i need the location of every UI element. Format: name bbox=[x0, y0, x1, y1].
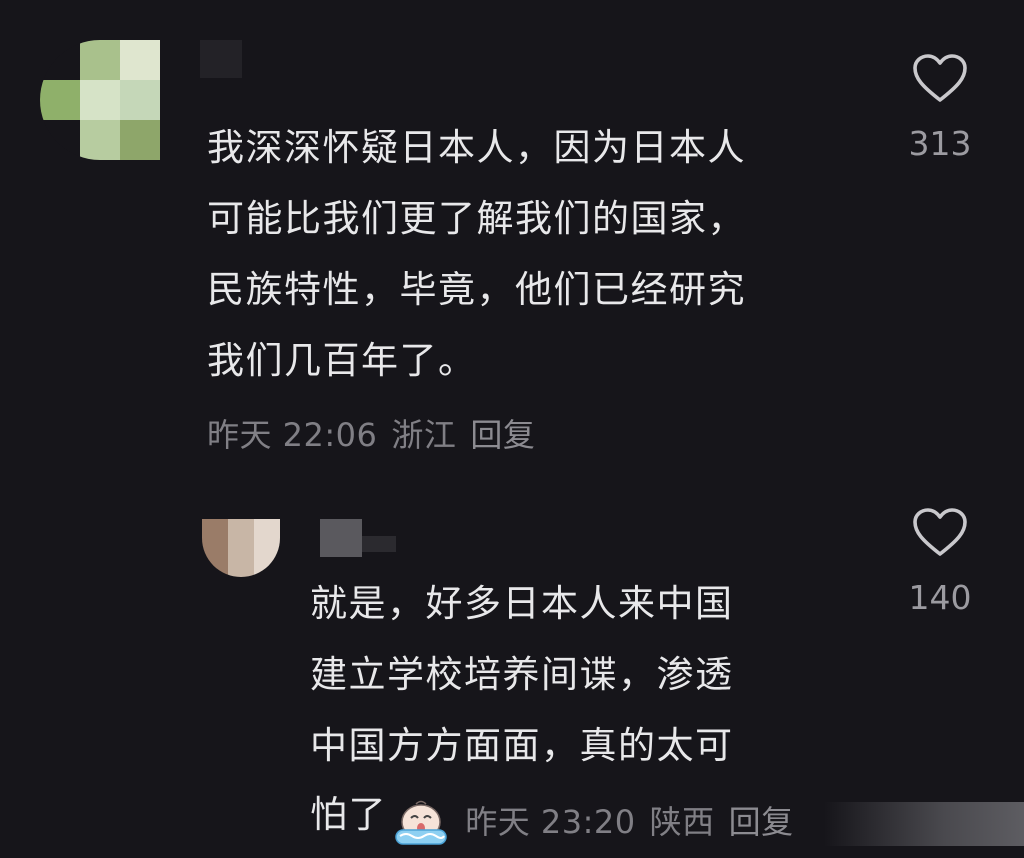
username-blurred[interactable] bbox=[200, 40, 242, 78]
avatar-pixel bbox=[228, 519, 254, 577]
avatar-pixel bbox=[254, 519, 280, 577]
reply-text: 就是，好多日本人来中国 建立学校培养间谍，渗透 中国方方面面，真的太可 bbox=[310, 582, 734, 767]
avatar-pixel bbox=[202, 519, 228, 577]
reply-like-heart-icon[interactable] bbox=[912, 508, 968, 558]
avatar-pixel bbox=[120, 120, 160, 160]
reply-last-line: 怕了 昨天 23:20 陕西 回复 bbox=[310, 779, 808, 850]
like-count: 313 bbox=[908, 124, 972, 163]
avatar-pixel bbox=[80, 40, 120, 80]
comment-meta: 昨天 22:06 浙江 回复 bbox=[207, 410, 549, 456]
avatar-pixel bbox=[40, 120, 80, 160]
reply-location: 陕西 bbox=[649, 803, 715, 841]
reply-username-blurred[interactable] bbox=[320, 519, 362, 557]
reply-like-count: 140 bbox=[908, 578, 972, 617]
avatar-pixel bbox=[40, 80, 80, 120]
reply-username-blurred-tail bbox=[362, 536, 396, 552]
reply-time: 昨天 23:20 bbox=[465, 803, 636, 841]
comment-text: 我深深怀疑日本人，因为日本人 可能比我们更了解我们的国家， 民族特性，毕竟，他们… bbox=[207, 126, 746, 382]
comment-time: 昨天 22:06 bbox=[207, 416, 378, 454]
avatar-pixel bbox=[80, 120, 120, 160]
watermark-overlay bbox=[824, 802, 1024, 846]
reply-reply-link[interactable]: 回复 bbox=[729, 803, 794, 841]
comment-location: 浙江 bbox=[391, 416, 457, 454]
like-heart-icon[interactable] bbox=[912, 54, 968, 104]
avatar-pixel bbox=[120, 80, 160, 120]
crying-face-emoji-icon bbox=[395, 800, 447, 845]
avatar-pixel bbox=[80, 80, 120, 120]
avatar-pixel bbox=[40, 40, 80, 80]
reply-link[interactable]: 回复 bbox=[470, 416, 535, 454]
reply-avatar[interactable] bbox=[202, 519, 280, 577]
reply-text-end: 怕了 bbox=[310, 793, 387, 836]
avatar[interactable] bbox=[40, 40, 160, 160]
avatar-pixel bbox=[120, 40, 160, 80]
